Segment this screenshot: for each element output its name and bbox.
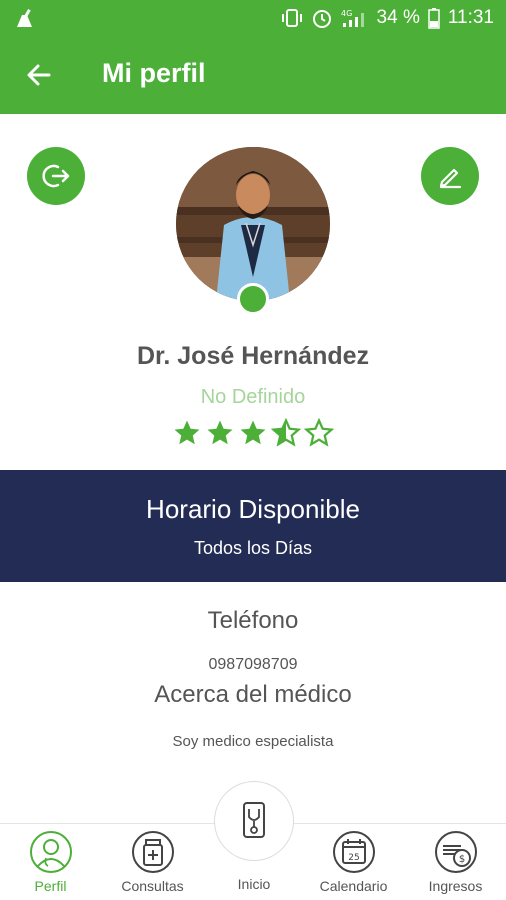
online-status-indicator	[237, 283, 269, 315]
cleaner-notification-icon	[14, 7, 36, 34]
arrow-left-icon	[27, 64, 51, 86]
rating-stars	[172, 418, 336, 450]
nav-label-ingresos: Ingresos	[428, 878, 483, 894]
calendar-icon: 25	[332, 831, 375, 873]
battery-percent: 34 %	[376, 7, 420, 28]
svg-text:4G: 4G	[341, 9, 352, 18]
home-button[interactable]	[214, 781, 294, 861]
app-bar: Mi perfil	[0, 36, 506, 114]
nav-label-consultas: Consultas	[121, 878, 184, 894]
star-full-icon	[240, 420, 266, 445]
back-button[interactable]	[22, 58, 56, 92]
vibrate-icon	[281, 8, 303, 28]
svg-text:$: $	[458, 854, 464, 865]
schedule-banner: Horario Disponible Todos los Días	[0, 470, 506, 582]
alarm-icon	[311, 7, 333, 29]
battery-icon	[428, 7, 440, 29]
nav-label-calendario: Calendario	[319, 878, 388, 894]
doctor-name: Dr. José Hernández	[136, 342, 370, 370]
network-4g-icon: 4G	[341, 7, 369, 29]
nav-label-perfil: Perfil	[34, 878, 67, 894]
nav-label-inicio: Inicio	[237, 876, 271, 892]
phone-stethoscope-icon	[243, 802, 265, 838]
medicine-icon	[131, 831, 174, 873]
schedule-title: Horario Disponible	[146, 494, 360, 524]
star-empty-icon	[304, 418, 334, 447]
status-bar: 4G 34 % 11:31	[0, 0, 506, 36]
specialty: No Definido	[200, 386, 306, 408]
nav-item-perfil[interactable]: Perfil	[0, 824, 101, 900]
doctor-icon	[29, 831, 72, 873]
avatar	[176, 147, 330, 301]
about-label: Acerca del médico	[154, 681, 352, 708]
star-full-icon	[174, 420, 200, 445]
star-half-icon	[271, 418, 301, 447]
nav-item-calendario[interactable]: 25 Calendario	[303, 824, 404, 900]
nav-item-ingresos[interactable]: $ Ingresos	[405, 824, 506, 900]
nav-item-consultas[interactable]: Consultas	[102, 824, 203, 900]
page-title: Mi perfil	[102, 58, 206, 88]
pencil-icon	[439, 168, 462, 189]
clock: 11:31	[447, 7, 494, 28]
phone-value: 0987098709	[208, 656, 298, 673]
screen: 4G 34 % 11:31 Mi perfil Dr. José Hernánd…	[0, 0, 506, 900]
money-icon: $	[434, 831, 477, 873]
phone-label: Teléfono	[207, 607, 299, 634]
about-value: Soy medico especialista	[172, 733, 334, 750]
logout-icon	[42, 164, 70, 188]
schedule-days: Todos los Días	[193, 538, 313, 558]
logout-button[interactable]	[27, 147, 85, 205]
edit-profile-button[interactable]	[421, 147, 479, 205]
star-full-icon	[207, 420, 233, 445]
calendar-day: 25	[348, 853, 359, 863]
